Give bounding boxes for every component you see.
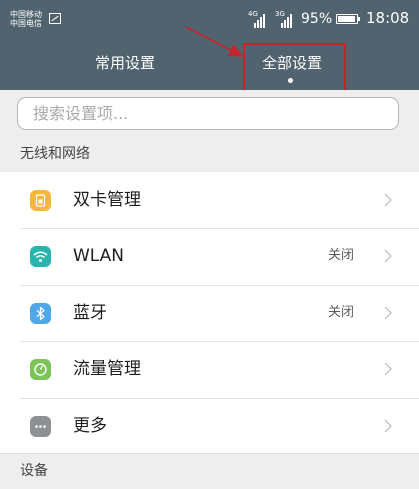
search-area bbox=[0, 90, 419, 137]
chevron-right-icon bbox=[384, 306, 392, 320]
carrier-names: 中国移动 中国电信 bbox=[10, 10, 42, 28]
row-dual-sim[interactable]: 双卡管理 bbox=[0, 172, 419, 229]
row-label-bluetooth: 蓝牙 bbox=[73, 302, 107, 323]
bluetooth-icon bbox=[30, 302, 51, 324]
row-more[interactable]: 更多 bbox=[0, 397, 419, 454]
section-header-device: 设备 bbox=[0, 454, 419, 489]
row-value-bluetooth: 关闭 bbox=[327, 304, 354, 320]
signal-4g-icon: 4G bbox=[248, 10, 276, 28]
status-bar: 中国移动 中国电信 4G 3G 95% 18:08 bbox=[0, 0, 419, 36]
screenshot-notification-icon bbox=[49, 13, 61, 24]
section-title-network: 无线和网络 bbox=[20, 146, 90, 162]
settings-list: 双卡管理 WLAN 关闭 蓝牙 关闭 流量管理 更多 bbox=[0, 172, 419, 454]
chevron-right-icon bbox=[384, 362, 392, 376]
annotation-highlight-box bbox=[243, 43, 346, 96]
wifi-icon bbox=[30, 246, 51, 268]
row-label-wlan: WLAN bbox=[73, 246, 125, 267]
row-label-dual-sim: 双卡管理 bbox=[73, 190, 141, 210]
row-label-data-usage: 流量管理 bbox=[73, 359, 141, 380]
row-data-usage[interactable]: 流量管理 bbox=[0, 341, 419, 398]
tab-common-settings[interactable]: 常用设置 bbox=[65, 53, 185, 73]
battery-icon bbox=[336, 14, 360, 24]
battery-percent: 95% bbox=[301, 11, 333, 27]
battery-fill bbox=[338, 16, 356, 22]
more-icon bbox=[30, 415, 51, 437]
section-title-device: 设备 bbox=[20, 463, 48, 479]
settings-screen: 中国移动 中国电信 4G 3G 95% 18:08 常用设置 全部设置 搜索设置… bbox=[0, 0, 419, 489]
dual-sim-icon bbox=[30, 190, 51, 211]
settings-header: 常用设置 全部设置 bbox=[0, 36, 419, 90]
clock: 18:08 bbox=[366, 9, 410, 27]
chevron-right-icon bbox=[384, 249, 392, 263]
chevron-right-icon bbox=[384, 193, 392, 207]
row-label-more: 更多 bbox=[73, 415, 107, 436]
data-usage-icon bbox=[30, 359, 51, 381]
chevron-right-icon bbox=[384, 419, 392, 432]
carrier-1: 中国移动 bbox=[10, 10, 42, 19]
carrier-2: 中国电信 bbox=[10, 19, 42, 28]
section-header-network: 无线和网络 bbox=[0, 137, 419, 172]
search-input[interactable] bbox=[17, 97, 399, 130]
signal-3g-icon: 3G bbox=[275, 10, 303, 28]
row-wlan[interactable]: WLAN 关闭 bbox=[0, 228, 419, 285]
row-value-wlan: 关闭 bbox=[327, 248, 354, 264]
row-bluetooth[interactable]: 蓝牙 关闭 bbox=[0, 284, 419, 342]
